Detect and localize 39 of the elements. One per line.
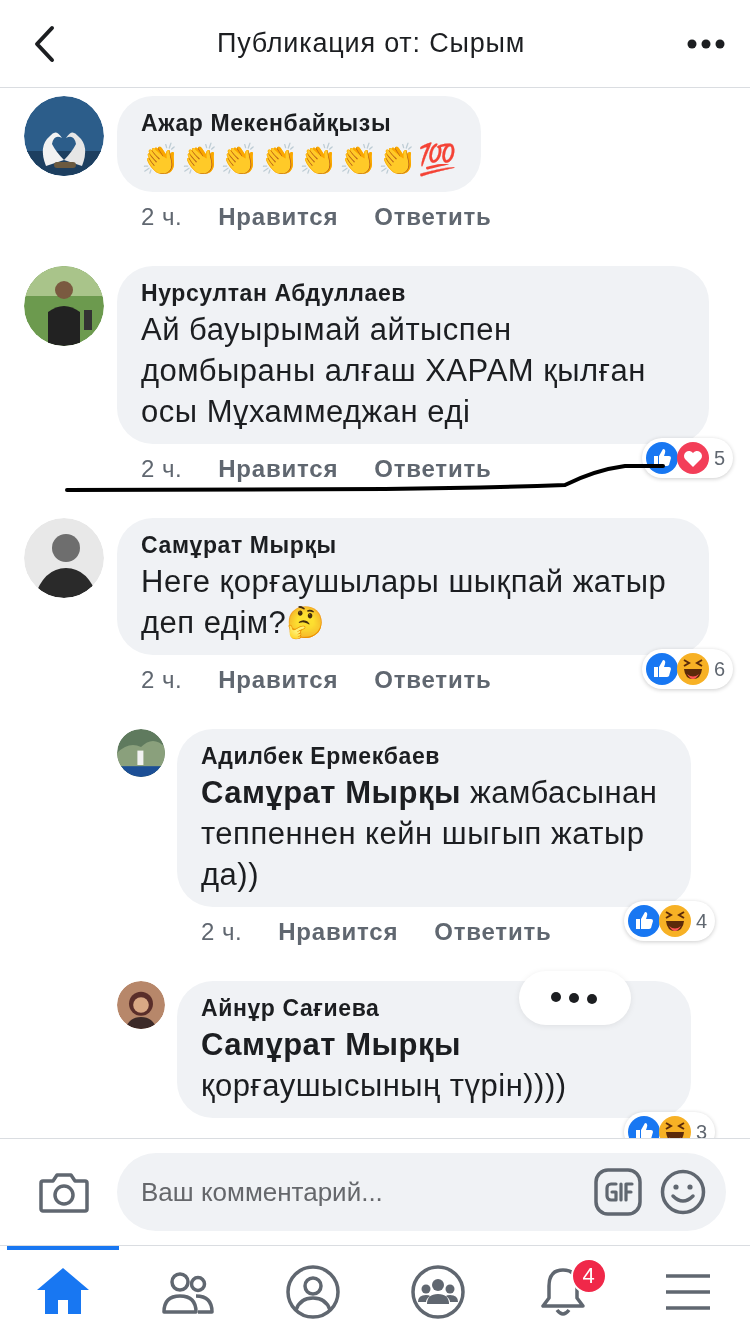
back-button[interactable] (32, 23, 56, 64)
comment-text: Самұрат Мырқы жамбасынан теппеннен кейн шыгып жатыр да)) (201, 774, 659, 894)
emoji-icon[interactable] (660, 1169, 706, 1215)
reaction-pill[interactable]: 4 (623, 901, 715, 941)
reaction-count: 3 (695, 1120, 707, 1138)
comment-time: 2 ч. (141, 454, 183, 484)
author-name[interactable]: Нурсултан Абдуллаев (141, 280, 407, 307)
author-name[interactable]: Ажар Мекенбайқызы (141, 110, 392, 137)
reaction-count: 6 (713, 657, 725, 681)
comment-text: Ай бауырымай айтыспен домбыраны алғаш ХАРАМ қылған осы Мұхаммеджан еді (141, 311, 647, 431)
reply-link[interactable]: Ответить (374, 455, 492, 483)
comment-time: 2 ч. (201, 917, 243, 947)
gif-icon[interactable] (594, 1168, 642, 1216)
author-name[interactable]: Самұрат Мырқы (141, 532, 337, 559)
reply-link[interactable]: Ответить (374, 203, 492, 231)
more-button[interactable] (686, 37, 726, 50)
reaction-count: 5 (713, 446, 725, 470)
like-link[interactable]: Нравится (218, 455, 339, 483)
comment-time: 2 ч. (141, 202, 183, 232)
comment-text: Неге қорғаушылары шықпай жатыр деп едім?🤔 (141, 563, 668, 642)
author-name[interactable]: Адилбек Ермекбаев (201, 743, 441, 770)
reaction-pill[interactable]: 3 (623, 1112, 715, 1138)
reply-link[interactable]: Ответить (374, 666, 492, 694)
comment-text: 👏👏👏👏👏👏👏💯 (141, 141, 457, 179)
comment-field[interactable]: Ваш комментарий... (117, 1153, 726, 1231)
tab-button[interactable]: 4 (506, 1246, 619, 1334)
reply-link[interactable]: Ответить (434, 918, 552, 946)
notification-badge: 4 (570, 1258, 607, 1294)
reaction-count: 4 (695, 909, 707, 933)
reaction-pill[interactable]: 5 (641, 438, 733, 478)
page-title: Публикация от: Сырым (216, 28, 526, 59)
camera-icon[interactable] (39, 1171, 89, 1213)
like-link[interactable]: Нравится (278, 918, 399, 946)
author-name[interactable]: Айнұр Сағиева (201, 995, 380, 1022)
reaction-pill[interactable]: 6 (641, 649, 733, 689)
comment-time: 2 ч. (141, 665, 183, 695)
like-link[interactable]: Нравится (218, 666, 339, 694)
comment-text: Самұрат Мырқы қорғаушысының түрін)))) (201, 1026, 568, 1105)
like-link[interactable]: Нравится (218, 203, 339, 231)
